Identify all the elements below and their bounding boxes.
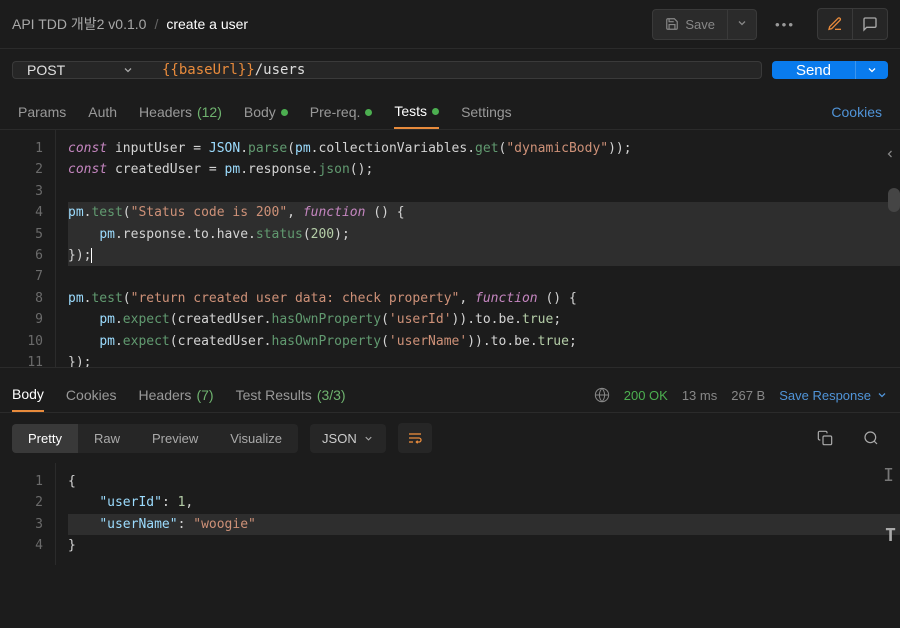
send-dropdown[interactable]	[855, 61, 888, 79]
wrap-lines-button[interactable]	[398, 423, 432, 453]
search-button[interactable]	[854, 423, 888, 453]
wrap-icon	[407, 430, 423, 446]
chevron-down-icon	[866, 64, 878, 76]
topbar: API TDD 개발2 v0.1.0 / create a user Save …	[0, 0, 900, 49]
chevron-left-icon	[884, 148, 896, 160]
tab-response-cookies[interactable]: Cookies	[66, 379, 117, 411]
comment-icon	[862, 16, 878, 32]
save-dropdown[interactable]	[728, 9, 757, 40]
dot-indicator	[281, 109, 288, 116]
globe-icon[interactable]	[594, 387, 610, 403]
response-time[interactable]: 13 ms	[682, 388, 717, 403]
text-cursor	[91, 248, 92, 263]
response-body-editor[interactable]: 1 2 3 4 { "userId": 1, "userName": "woog…	[0, 463, 900, 565]
chevron-down-icon	[363, 433, 374, 444]
scrollbar-thumb[interactable]	[888, 188, 900, 212]
breadcrumb: API TDD 개발2 v0.1.0 / create a user	[12, 14, 248, 34]
breadcrumb-workspace[interactable]: API TDD 개발2 v0.1.0	[12, 14, 146, 34]
tab-headers[interactable]: Headers (12)	[139, 96, 222, 128]
tests-editor[interactable]: 1 2 3 4 5 6 7 8 9 10 11 const inputUser …	[0, 130, 900, 368]
response-code[interactable]: { "userId": 1, "userName": "woogie" } I …	[56, 463, 900, 565]
request-tabs: Params Auth Headers (12) Body Pre-req. T…	[0, 91, 900, 130]
cursor-indicator: I	[883, 465, 894, 486]
editor-code[interactable]: const inputUser = JSON.parse(pm.collecti…	[56, 130, 900, 367]
tab-prereq[interactable]: Pre-req.	[310, 96, 373, 128]
response-gutter: 1 2 3 4	[0, 463, 56, 565]
tab-settings[interactable]: Settings	[461, 96, 512, 128]
send-label: Send	[796, 62, 831, 79]
save-label: Save	[685, 17, 715, 32]
tab-body[interactable]: Body	[244, 96, 288, 128]
body-type-select[interactable]: JSON	[310, 424, 386, 453]
copy-button[interactable]	[808, 423, 842, 453]
response-meta: 200 OK 13 ms 267 B Save Response	[594, 387, 888, 403]
response-toolbar: Pretty Raw Preview Visualize JSON	[0, 413, 900, 463]
method-select[interactable]: POST	[12, 61, 148, 79]
tab-test-results[interactable]: Test Results (3/3)	[236, 379, 346, 411]
more-button[interactable]: •••	[765, 10, 805, 39]
tab-tests[interactable]: Tests	[394, 95, 439, 129]
url-variable: {{baseUrl}}	[162, 62, 255, 78]
tab-auth[interactable]: Auth	[88, 96, 117, 128]
save-button[interactable]: Save	[652, 9, 728, 40]
view-raw[interactable]: Raw	[78, 424, 136, 453]
copy-icon	[817, 430, 833, 446]
chevron-down-icon	[876, 389, 888, 401]
tab-params[interactable]: Params	[18, 96, 66, 128]
url-path: /users	[255, 62, 306, 78]
editor-gutter: 1 2 3 4 5 6 7 8 9 10 11	[0, 130, 56, 367]
dot-indicator	[365, 109, 372, 116]
cursor-indicator: T	[885, 525, 896, 546]
method-value: POST	[27, 62, 65, 78]
collapse-sidebar-button[interactable]	[884, 148, 896, 160]
response-size[interactable]: 267 B	[731, 388, 765, 403]
pencil-icon	[827, 16, 843, 32]
view-pretty[interactable]: Pretty	[12, 424, 78, 453]
tab-response-body[interactable]: Body	[12, 378, 44, 412]
url-input[interactable]: {{baseUrl}}/users	[148, 61, 762, 79]
tab-response-headers[interactable]: Headers (7)	[139, 379, 214, 411]
cookies-link[interactable]: Cookies	[831, 96, 882, 128]
search-icon	[863, 430, 879, 446]
breadcrumb-current[interactable]: create a user	[166, 16, 248, 32]
save-response-button[interactable]: Save Response	[779, 388, 888, 403]
view-mode-segment: Pretty Raw Preview Visualize	[12, 424, 298, 453]
chevron-down-icon	[736, 17, 748, 29]
response-tabs: Body Cookies Headers (7) Test Results (3…	[0, 368, 900, 413]
send-button[interactable]: Send	[772, 61, 855, 79]
view-preview[interactable]: Preview	[136, 424, 214, 453]
chevron-down-icon	[122, 64, 134, 76]
status-code[interactable]: 200 OK	[624, 388, 668, 403]
breadcrumb-sep: /	[154, 16, 158, 32]
edit-button[interactable]	[817, 8, 852, 40]
comment-button[interactable]	[852, 8, 888, 40]
request-row: POST {{baseUrl}}/users Send	[0, 49, 900, 91]
view-visualize[interactable]: Visualize	[214, 424, 298, 453]
dot-indicator	[432, 108, 439, 115]
save-icon	[665, 17, 679, 31]
